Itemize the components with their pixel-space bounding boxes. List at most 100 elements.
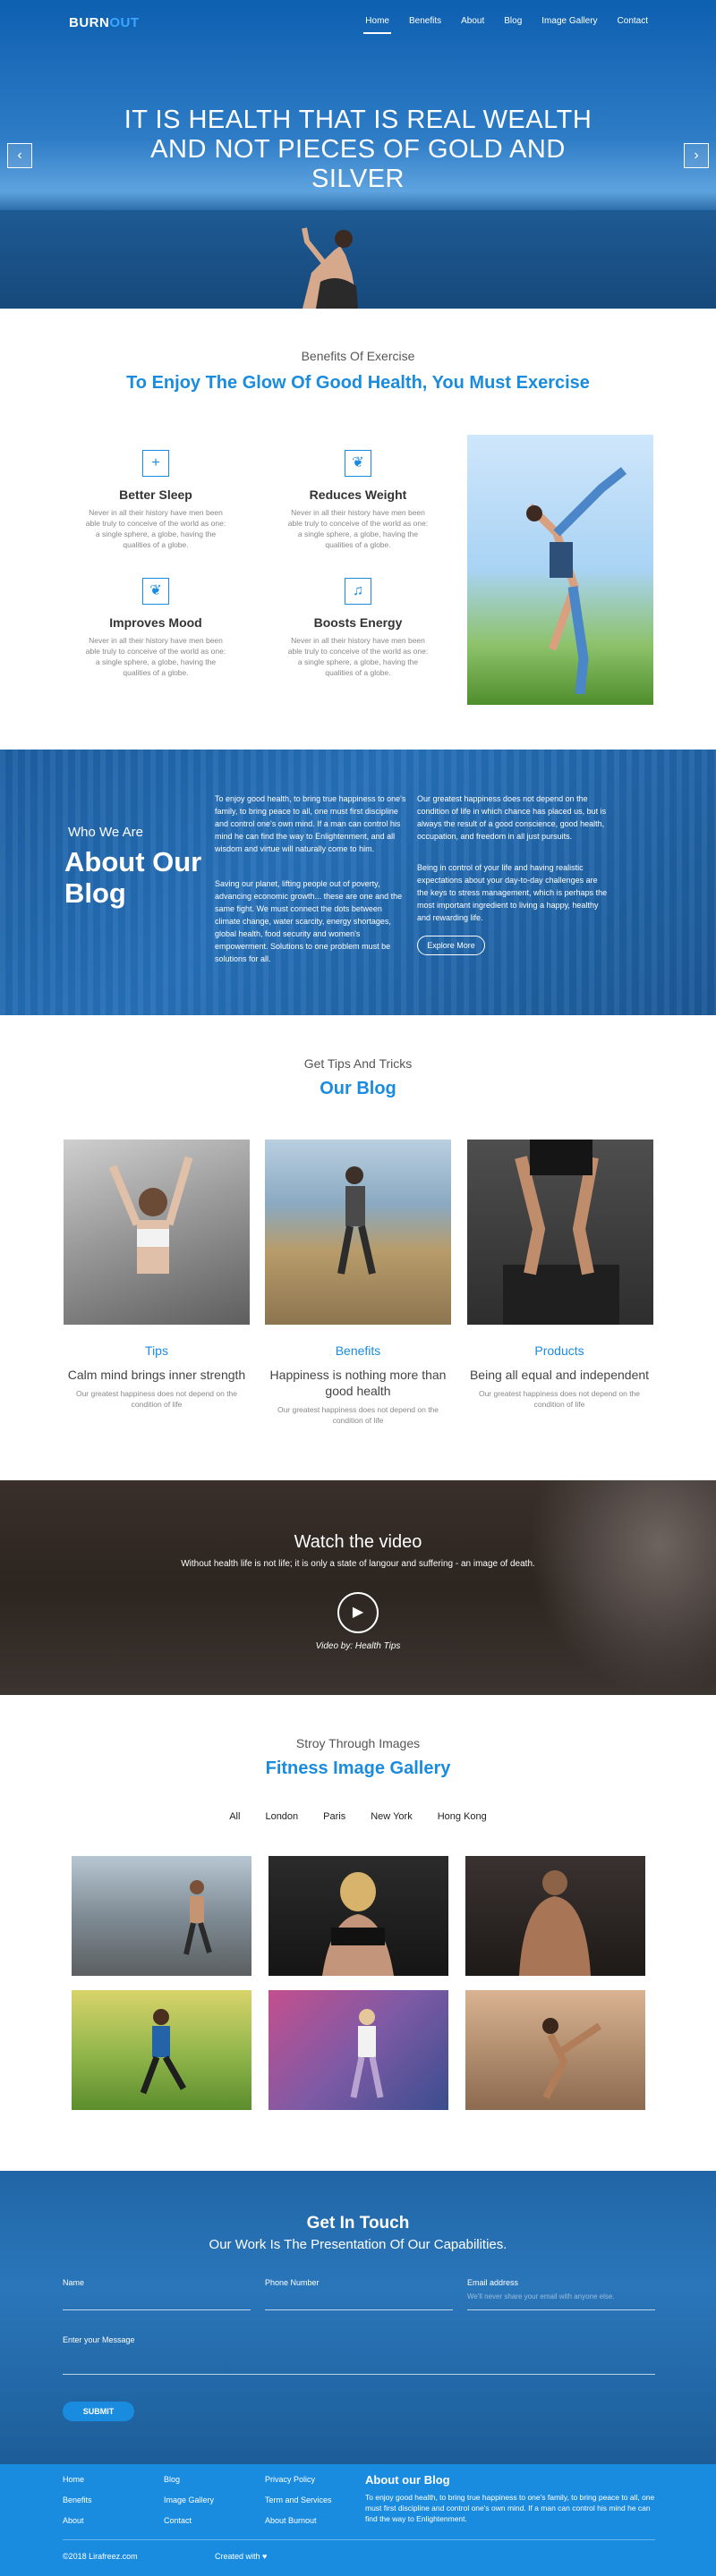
nav-menu: Home Benefits About Blog Image Gallery C… xyxy=(345,16,648,34)
contact-title: Get In Touch xyxy=(306,2214,410,2233)
gallery-image-woman-back[interactable] xyxy=(268,1856,448,1976)
filter-new-york[interactable]: New York xyxy=(371,1811,412,1822)
filter-hong-kong[interactable]: Hong Kong xyxy=(438,1811,487,1822)
hero-title: IT IS HEALTH THAT IS REAL WEALTH AND NOT… xyxy=(124,106,592,193)
footer-divider xyxy=(63,2539,655,2540)
gallery-image-kickboxer[interactable] xyxy=(465,1990,645,2110)
slider-next-button[interactable]: › xyxy=(684,143,709,168)
blog-post-title[interactable]: Calm mind brings inner strength xyxy=(63,1367,251,1383)
hero-banner: BURNOUT Home Benefits About Blog Image G… xyxy=(0,0,716,309)
blog-image-products[interactable] xyxy=(467,1140,653,1325)
blog-category-link[interactable]: Benefits xyxy=(264,1343,452,1358)
contact-subtitle: Our Work Is The Presentation Of Our Capa… xyxy=(209,2237,507,2252)
gallery-image-runner-field[interactable] xyxy=(72,1990,251,2110)
name-label: Name xyxy=(63,2278,85,2287)
footer-links-col-1: Home Benefits About xyxy=(63,2475,92,2537)
gallery-image-muscle-man[interactable] xyxy=(465,1856,645,1976)
about-section: Who We Are About Our Blog To enjoy good … xyxy=(0,750,716,1015)
nav-item-contact[interactable]: Contact xyxy=(618,16,648,26)
phone-label: Phone Number xyxy=(265,2278,320,2287)
gallery-image-runner-road[interactable] xyxy=(72,1856,251,1976)
email-label: Email address xyxy=(467,2278,519,2287)
blog-post-excerpt: Our greatest happiness does not depend o… xyxy=(478,1389,641,1409)
leaf-icon: ❦ xyxy=(345,450,371,477)
benefit-text: Never in all their history have men been… xyxy=(85,508,226,549)
play-video-button[interactable]: ▶ xyxy=(337,1592,379,1633)
blog-image-benefits[interactable] xyxy=(265,1140,451,1325)
chevron-right-icon: › xyxy=(694,148,699,163)
footer-link-image-gallery[interactable]: Image Gallery xyxy=(164,2496,214,2504)
nav-item-about[interactable]: About xyxy=(461,16,484,26)
blog-category-link[interactable]: Tips xyxy=(63,1343,251,1358)
footer-link-terms[interactable]: Term and Services xyxy=(265,2496,332,2504)
email-input[interactable] xyxy=(467,2292,655,2301)
phone-field: Phone Number xyxy=(265,2278,453,2310)
footer-link-privacy[interactable]: Privacy Policy xyxy=(265,2475,332,2484)
leaf-icon: ❦ xyxy=(142,578,169,605)
video-credit: Video by: Health Tips xyxy=(315,1641,401,1651)
nav-item-blog[interactable]: Blog xyxy=(504,16,522,26)
plus-icon: + xyxy=(142,450,169,477)
about-kicker: Who We Are xyxy=(68,825,143,840)
footer: Home Benefits About Blog Image Gallery C… xyxy=(0,2464,716,2576)
blog-post-excerpt: Our greatest happiness does not depend o… xyxy=(277,1405,439,1425)
footer-links-col-2: Blog Image Gallery Contact xyxy=(164,2475,214,2537)
brand-logo[interactable]: BURNOUT xyxy=(69,15,140,30)
created-with-text: Created with ♥ xyxy=(215,2552,267,2561)
message-input[interactable] xyxy=(63,2350,655,2358)
chevron-left-icon: ‹ xyxy=(17,148,22,163)
blog-title: Our Blog xyxy=(320,1079,396,1098)
benefit-card-reduces-weight: ❦ Reduces Weight Never in all their hist… xyxy=(286,450,430,550)
benefits-title: To Enjoy The Glow Of Good Health, You Mu… xyxy=(126,373,590,393)
phone-input[interactable] xyxy=(265,2292,453,2301)
footer-links-col-3: Privacy Policy Term and Services About B… xyxy=(265,2475,332,2537)
yoga-pose-image xyxy=(467,435,653,705)
footer-about-title: About our Blog xyxy=(365,2473,450,2487)
about-paragraph-4: Being in control of your life and having… xyxy=(417,863,608,922)
created-with-label: Created with xyxy=(215,2552,260,2561)
about-paragraph-2: Saving our planet, lifting people out of… xyxy=(215,879,403,963)
video-title: Watch the video xyxy=(294,1532,422,1552)
benefit-title: Boosts Energy xyxy=(313,615,403,630)
nav-item-image-gallery[interactable]: Image Gallery xyxy=(541,16,597,26)
nav-item-benefits[interactable]: Benefits xyxy=(409,16,441,26)
bell-icon: ♫ xyxy=(345,578,371,605)
blog-post-title[interactable]: Happiness is nothing more than good heal… xyxy=(264,1367,452,1399)
logo-main-text: BURN xyxy=(69,15,110,30)
name-field: Name xyxy=(63,2278,251,2310)
footer-link-blog[interactable]: Blog xyxy=(164,2475,214,2484)
benefit-text: Never in all their history have men been… xyxy=(287,508,429,549)
benefits-subtitle: Benefits Of Exercise xyxy=(301,349,415,363)
gallery-image-dancers[interactable] xyxy=(268,1990,448,2110)
blog-post-products: Products Being all equal and independent… xyxy=(465,1343,653,1410)
footer-link-about-burnout[interactable]: About Burnout xyxy=(265,2516,332,2525)
filter-paris[interactable]: Paris xyxy=(323,1811,345,1822)
footer-about-text: To enjoy good health, to bring true happ… xyxy=(365,2493,655,2523)
footer-link-benefits[interactable]: Benefits xyxy=(63,2496,92,2504)
slider-prev-button[interactable]: ‹ xyxy=(7,143,32,168)
contact-section: Get In Touch Our Work Is The Presentatio… xyxy=(0,2171,716,2464)
benefit-text: Never in all their history have men been… xyxy=(287,636,429,677)
copyright-text: ©2018 Lirafreez.com xyxy=(63,2552,138,2561)
explore-more-button[interactable]: Explore More xyxy=(417,936,485,955)
name-input[interactable] xyxy=(63,2292,251,2301)
benefit-title: Better Sleep xyxy=(119,487,192,502)
nav-item-home[interactable]: Home xyxy=(363,16,391,34)
heart-icon: ♥ xyxy=(262,2552,268,2561)
blog-category-link[interactable]: Products xyxy=(465,1343,653,1358)
filter-all[interactable]: All xyxy=(229,1811,240,1822)
footer-link-home[interactable]: Home xyxy=(63,2475,92,2484)
footer-link-contact[interactable]: Contact xyxy=(164,2516,214,2525)
submit-button[interactable]: SUBMIT xyxy=(63,2402,134,2421)
about-title: About Our Blog xyxy=(64,846,202,909)
email-field: Email address xyxy=(467,2278,655,2310)
benefit-text: Never in all their history have men been… xyxy=(85,636,226,677)
blog-image-tips[interactable] xyxy=(64,1140,250,1325)
about-paragraph-1: To enjoy good health, to bring true happ… xyxy=(215,794,406,853)
gallery-title: Fitness Image Gallery xyxy=(265,1758,451,1778)
benefit-card-better-sleep: + Better Sleep Never in all their histor… xyxy=(84,450,227,550)
benefit-card-improves-mood: ❦ Improves Mood Never in all their histo… xyxy=(84,578,227,678)
footer-link-about[interactable]: About xyxy=(63,2516,92,2525)
filter-london[interactable]: London xyxy=(265,1811,298,1822)
blog-post-title[interactable]: Being all equal and independent xyxy=(465,1367,653,1383)
